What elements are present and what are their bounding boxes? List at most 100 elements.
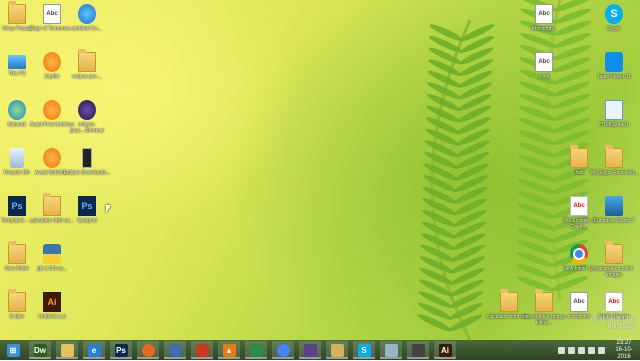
icon-label: Ezsignal [77,218,97,224]
cam-icon [605,196,623,216]
taskbar-network[interactable] [164,341,186,359]
keyboard-icon[interactable] [598,346,605,354]
icon-label: Untitled Co... [72,26,102,32]
desktop-right-icon-2[interactable]: TeamViewer 11 [589,52,639,96]
icon-label: Abcdefghi.. [531,26,557,32]
taskbar-chrome[interactable] [272,341,294,359]
watermark-line2: Build 9600 [607,324,636,330]
desktop-right-icon-8[interactable]: Camtasia Studio 7 [589,196,639,240]
doc-icon: Abc [43,4,61,24]
orange-icon [43,100,61,120]
desktop-right-icon-4[interactable]: HTMLSheet1 [589,100,639,144]
taskbar-app-red[interactable] [191,341,213,359]
desktop-left-icon-11[interactable]: Eclipse Downloads... [62,148,112,192]
orange-icon [43,52,61,72]
folder-icon [535,289,553,312]
taskbar-media[interactable] [299,341,321,359]
desktop-right-icon-6[interactable]: My Skype Received... [589,145,639,192]
taskbar-vlc[interactable]: ▲ [218,341,240,359]
folder-icon [8,1,26,24]
icon-label: Skype [607,26,621,32]
desktop-right-icon-10[interactable]: transparent color images [589,241,639,288]
ps-icon: Ps [8,196,26,216]
volume-icon[interactable] [588,346,595,354]
file-explorer-icon [60,343,74,357]
desktop-left-icon-8[interactable]: eclipse-java-...Shortcut [62,100,112,144]
firefox-icon [141,343,155,357]
icon-label: Untitled-1.ai [38,314,66,320]
icon-label: eclipse-java-...Shortcut [70,122,104,134]
skype-icon: S [605,4,623,24]
taskbar-folder[interactable] [326,341,348,359]
folder-icon [330,343,344,357]
desktop-right-icon-1[interactable]: Abc Abcdefghi.. [519,4,569,48]
chrome-icon [276,343,290,357]
desktop[interactable]: Vinay Prasad Abc Edge of Tomorrow... Untitl… [0,0,640,340]
net-icon [8,100,26,120]
photoshop-icon: Ps [114,343,128,357]
taskbar-start-button[interactable]: ⊞ [2,341,24,359]
mouse-cursor-icon [106,205,111,213]
desktop-left-icon-18[interactable]: Ai Untitled-1.ai [27,292,77,336]
doc-icon: Abc [535,4,553,24]
purple-icon [78,100,96,120]
desktop-left-icon-5[interactable]: eclipse-jee-... [62,49,112,96]
notepad-icon [384,343,398,357]
taskbar-file-explorer[interactable] [56,341,78,359]
clock-time: 23:27 [616,339,632,346]
pc-icon [8,55,26,69]
icon-label: transparent color images [595,266,633,278]
folder-icon [78,49,96,72]
taskbar-photoshop[interactable]: Ps [110,341,132,359]
icon-label: jdk 1.6.0 ca... [37,266,67,272]
desktop-right-icon-3[interactable]: Abc .cool [519,52,569,96]
desktop-left-icon-16[interactable]: jdk 1.6.0 ca... [27,244,77,288]
folder-icon [605,145,623,168]
icon-label: My Skype Received... [589,170,639,176]
clock[interactable]: 23:27 16-10-2016 [610,340,638,361]
recycle-icon [10,148,24,168]
network-icon[interactable] [578,346,585,354]
desktop-left-icon-2[interactable]: Untitled Co... [62,4,112,48]
taskbar-skype[interactable]: S [353,341,375,359]
icon-label: .cool [538,74,550,80]
internet-explorer-icon: e [87,343,101,357]
phone-icon [82,148,92,168]
dreamweaver-icon: Dw [33,343,47,357]
folder-icon [8,289,26,312]
folder-icon [500,289,518,312]
taskbar-notepad[interactable] [380,341,402,359]
doc-icon: Abc [570,292,588,312]
taskbar-internet-explorer[interactable]: e [83,341,105,359]
orange-icon [43,148,61,168]
desktop-left-icon-14[interactable]: Ps Ezsignal [62,196,112,240]
icon-label: TeamViewer 11 [597,74,631,80]
skype-icon: S [357,343,371,357]
windows-watermark: Windows 8.1 Pro Build 9600 [591,317,636,331]
pdf-icon: Abc [605,292,623,312]
network-icon [168,343,182,357]
pdf-icon: Abc [570,196,588,216]
icon-label: eclipse-jee-... [72,74,102,80]
flag-icon[interactable] [568,346,575,354]
ai-icon: Ai [43,292,61,312]
taskbar-tv[interactable] [407,341,429,359]
tv-icon [411,343,425,357]
doc-icon: Abc [535,52,553,72]
tray-arrow-icon[interactable] [558,346,565,354]
app-green-icon [249,343,263,357]
taskbar-app-green[interactable] [245,341,267,359]
illustrator-icon: Ai [438,343,452,357]
taskbar-dreamweaver[interactable]: Dw [29,341,51,359]
taskbar-firefox[interactable] [137,341,159,359]
taskbar-illustrator[interactable]: Ai [434,341,456,359]
start-button-icon: ⊞ [6,343,20,357]
clock-date: 16-10-2016 [615,346,633,360]
desktop-right-icon-0[interactable]: S Skype [589,4,639,48]
media-icon [303,343,317,357]
blue-doc-icon [605,100,623,120]
py-icon [43,244,61,264]
taskbar: ⊞ Dw e Ps ▲ S Ai 23:27 16-10-2016 [0,340,640,360]
icon-label: Camtasia Studio 7 [593,218,635,224]
system-tray: 23:27 16-10-2016 [558,340,638,360]
